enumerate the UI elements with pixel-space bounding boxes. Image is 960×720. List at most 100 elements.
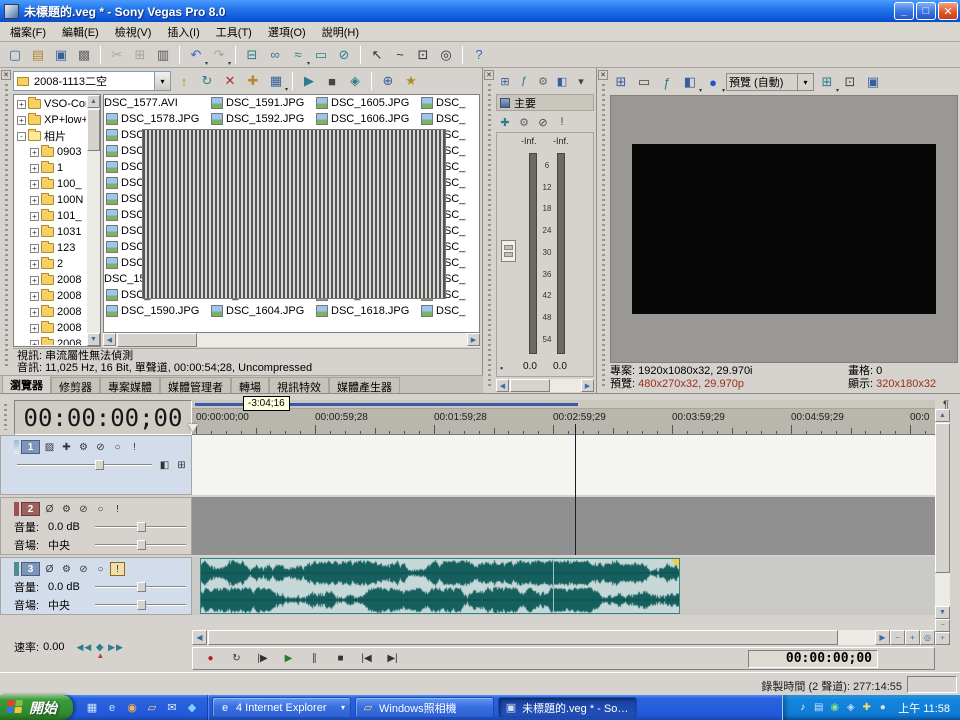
record-button[interactable]: ● [198, 650, 223, 668]
update-icon[interactable]: ✚ [859, 700, 874, 715]
transport-time-display[interactable]: 00:00:00;00 [748, 650, 878, 668]
track-fx-icon[interactable]: ⚙ [76, 440, 91, 454]
track-number-badge[interactable]: 2 [21, 502, 40, 516]
track-3-header[interactable]: 3 Ø ⚙ ⊘ ○ ! 音量: 0.0 dB 音場: 中央 [0, 557, 192, 615]
volume-slider[interactable] [95, 522, 186, 532]
scroll-right-button[interactable]: ▶ [467, 333, 480, 346]
tree-item[interactable]: +2008 [15, 304, 86, 320]
views-icon[interactable]: ▦▾ [265, 70, 287, 92]
loop-playback-button[interactable]: ↻ [224, 650, 249, 668]
make-compositing-child-icon[interactable]: ⊞ [174, 458, 189, 472]
file-item[interactable]: DSC_ [419, 111, 480, 127]
tree-expand-icon[interactable]: + [30, 212, 39, 221]
auto-ripple-icon[interactable]: ≈▾ [287, 44, 309, 66]
tree-item[interactable]: +100_ [15, 176, 86, 192]
solo-icon[interactable]: ○ [93, 562, 108, 576]
scrollbar-thumb[interactable] [935, 423, 950, 573]
master-automation-icon[interactable]: ! [553, 113, 571, 131]
tree-item[interactable]: +2008 [15, 288, 86, 304]
scrollbar-thumb[interactable] [87, 109, 100, 151]
track-number-badge[interactable]: 1 [21, 440, 40, 454]
tree-item[interactable]: +VSO-Con [15, 96, 86, 112]
mute-icon[interactable]: ⊘ [93, 440, 108, 454]
composite-mode-icon[interactable]: ◧ [157, 458, 172, 472]
task-group-caret[interactable]: ▾ [341, 703, 345, 712]
lock-envelopes-icon[interactable]: ▭ [310, 44, 332, 66]
close-panel-icon[interactable]: ✕ [484, 70, 494, 80]
tree-item[interactable]: -相片 [15, 128, 86, 144]
downmix-output-icon[interactable]: ◧ [553, 72, 571, 90]
preview-dock-grip[interactable]: ✕ [598, 70, 608, 391]
file-item[interactable]: DSC_1605.JPG [314, 95, 419, 111]
tree-item[interactable]: +0903 [15, 144, 86, 160]
scrollbar-track[interactable] [207, 630, 875, 645]
whats-this-help-icon[interactable]: ? [468, 44, 490, 66]
insert-fx-icon[interactable]: ✚ [496, 113, 514, 131]
external-monitor-icon[interactable]: ▭ [633, 71, 655, 93]
scroll-right-button[interactable]: ▶ [875, 630, 890, 645]
scrollbar-track[interactable] [935, 422, 950, 606]
dock-tab-6[interactable]: 媒體產生器 [329, 377, 400, 393]
timeline-vertical-scrollbar[interactable]: ▲ ▼ − + [935, 409, 950, 645]
auto-preview-icon[interactable]: ◈ [344, 70, 366, 92]
tree-item[interactable]: +1031 [15, 224, 86, 240]
insert-audio-bus-icon[interactable]: ⊞ [496, 72, 514, 90]
start-preview-icon[interactable]: ▶ [298, 70, 320, 92]
track-2-header[interactable]: 2 Ø ⚙ ⊘ ○ ! 音量: 0.0 dB 音場: 中央 [0, 497, 192, 555]
refresh-icon[interactable]: ↻ [196, 70, 218, 92]
address-dropdown[interactable]: 2008-1113二空 ▾ [13, 71, 171, 91]
realtime-playback-icon[interactable]: ●▾ [702, 71, 724, 93]
enable-snapping-icon[interactable]: ⊟ [241, 44, 263, 66]
fader-right-channel[interactable] [557, 153, 565, 354]
rate-decrease-icon[interactable]: ◀◀ [76, 642, 92, 652]
tree-expand-icon[interactable]: + [30, 260, 39, 269]
dock-tab-1[interactable]: 修剪器 [51, 377, 100, 393]
dock-grip-handle[interactable] [5, 84, 8, 369]
tree-item[interactable]: +2008 [15, 272, 86, 288]
solo-icon[interactable]: ○ [110, 440, 125, 454]
mute-icon[interactable]: ⊘ [76, 562, 91, 576]
track-1-header[interactable]: 1 ▨ ✚ ⚙ ⊘ ○ ! ◧ ⊞ [0, 435, 192, 495]
normal-edit-tool-icon[interactable]: ↖ [366, 44, 388, 66]
new-folder-icon[interactable]: ✚ [242, 70, 264, 92]
file-item[interactable]: DSC_1590.JPG [104, 303, 209, 319]
file-item[interactable]: DSC_1604.JPG [209, 303, 314, 319]
show-desktop-icon[interactable]: ▦ [84, 700, 100, 716]
menu-item-0[interactable]: 檔案(F) [2, 22, 54, 42]
automation-settings-icon[interactable]: ! [110, 562, 125, 576]
messenger-icon[interactable]: ◆ [184, 700, 200, 716]
taskbar-task-folder[interactable]: ▱Windows照相機 [355, 697, 494, 718]
tree-expand-icon[interactable]: + [30, 228, 39, 237]
cut-icon[interactable]: ✂ [106, 44, 128, 66]
menu-item-5[interactable]: 選項(O) [260, 22, 314, 42]
tree-expand-icon[interactable]: + [30, 340, 39, 346]
file-item[interactable]: DSC_1591.JPG [209, 95, 314, 111]
tree-expand-icon[interactable]: + [30, 148, 39, 157]
scroll-left-button[interactable]: ◀ [103, 333, 116, 346]
mute-icon[interactable]: ⊘ [76, 502, 91, 516]
file-item[interactable]: DSC_1592.JPG [209, 111, 314, 127]
pause-button[interactable]: ∥ [302, 650, 327, 668]
tree-expand-icon[interactable]: - [17, 132, 26, 141]
save-snapshot-icon[interactable]: ▣ [862, 71, 884, 93]
pan-slider[interactable] [95, 540, 186, 550]
scrollbar-track[interactable] [116, 333, 467, 347]
copy-icon[interactable]: ⊞ [129, 44, 151, 66]
split-screen-view-icon[interactable]: ◧▾ [679, 71, 701, 93]
tree-item[interactable]: +101_ [15, 208, 86, 224]
tree-item[interactable]: +100N [15, 192, 86, 208]
track-fx-icon[interactable]: ⚙ [59, 562, 74, 576]
network-icon[interactable]: ◈ [843, 700, 858, 715]
folder-icon[interactable]: ▱ [144, 700, 160, 716]
insert-assignable-fx-icon[interactable]: ƒ [515, 72, 533, 90]
stop-preview-icon[interactable]: ■ [321, 70, 343, 92]
timeline-ruler[interactable]: 00:00:00;0000:00:59;2800:01:59;2800:02:5… [192, 409, 935, 435]
scrollbar-thumb[interactable] [208, 630, 838, 645]
tree-item[interactable]: +123 [15, 240, 86, 256]
lock-faders-icon[interactable]: ▪ [500, 363, 503, 373]
video-output-fx-icon[interactable]: ƒ [656, 71, 678, 93]
file-item[interactable]: DSC_1577.AVI [104, 95, 209, 111]
explorer-dock-grip[interactable]: ✕ [1, 70, 11, 373]
menu-item-6[interactable]: 說明(H) [314, 22, 367, 42]
tree-expand-icon[interactable]: + [30, 196, 39, 205]
